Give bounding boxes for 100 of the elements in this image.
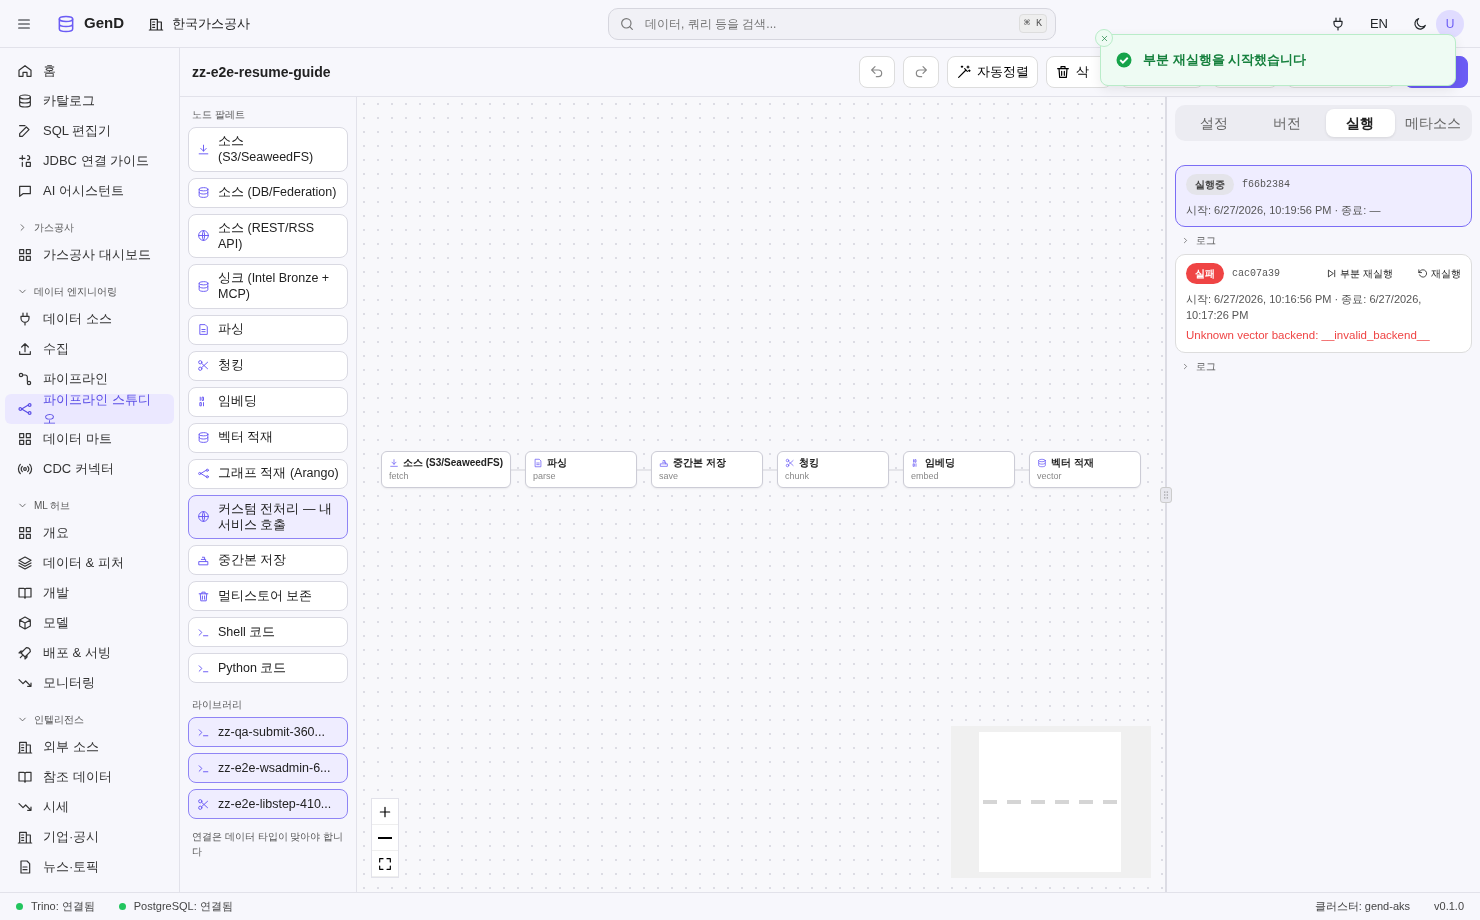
sidebar-item[interactable]: 수집 [5,334,174,364]
book-icon [17,585,33,601]
sidebar-item[interactable]: SQL 편집기 [5,116,174,146]
section-toggle[interactable]: 인텔리전스 [5,706,174,732]
search-field[interactable]: 데이터, 쿼리 등을 검색... [643,13,1011,34]
pencil-icon [17,123,33,139]
globe-icon [197,229,210,243]
palette-item[interactable]: Shell 코드 [188,617,348,647]
section-toggle[interactable]: 데이터 엔지니어링 [5,278,174,304]
pipeline-node[interactable]: 임베딩 embed [903,451,1016,488]
download-icon [389,457,399,468]
close-icon [1099,33,1109,43]
scissors-icon [197,797,210,811]
sidebar-item[interactable]: 뉴스·토픽 [5,852,174,882]
grid-icon [17,247,33,263]
theme-button[interactable] [1412,15,1428,32]
log-toggle[interactable]: 로그 [1175,353,1472,381]
connector-line [511,466,526,473]
run-card[interactable]: 실행중 f66b2384 시작: 6/27/2026, 10:19:56 PM · 종료: — [1175,165,1472,228]
palette-item[interactable]: 임베딩 [188,386,348,417]
redo-icon [913,64,929,80]
palette-item[interactable]: 파싱 [188,314,348,345]
sidebar-item[interactable]: 홈 [5,56,174,86]
library-item[interactable]: zz-e2e-libstep-410... [188,789,348,819]
palette-item[interactable]: 소스 (REST/RSS API) [188,213,348,258]
run-card[interactable]: 실패 cac07a39 부분 재실행 재실행 시작: 6/27/2026, 10:16:56 PM · 종료: 6/27/2026, 10:17:26 PM Unknown vector backend: __invalid_backend__ [1175,254,1472,354]
palette-item[interactable]: 소스 (S3/SeaweedFS) [188,127,348,172]
run-id: cac07a39 [1232,267,1280,282]
sidebar-item[interactable]: 카탈로그 [5,86,174,116]
connection-status: PostgreSQL: 연결됨 [133,899,233,915]
palette-item[interactable]: 중간본 저장 [188,545,348,575]
panel-tab[interactable]: 설정 [1179,109,1249,137]
sidebar-item[interactable]: 기업·공시 [5,822,174,852]
node-type: save [659,470,680,484]
palette-item[interactable]: 커스텀 전처리 — 내 서비스 호출 [188,494,348,539]
palette-item[interactable]: Python 코드 [188,653,348,683]
logo-icon [56,13,76,34]
search-bar[interactable]: 데이터, 쿼리 등을 검색... ⌘ K [608,7,1056,40]
sidebar-item[interactable]: 파이프라인 [5,364,174,394]
sidebar-item[interactable]: 가스공사 대시보드 [5,240,174,270]
sidebar-item[interactable]: 데이터 마트 [5,424,174,454]
pipeline-node[interactable]: 중간본 저장 save [651,451,764,488]
pipeline-node[interactable]: 벡터 적재 vector [1029,451,1142,488]
chevron-right-icon [1181,362,1190,372]
panel-tab[interactable]: 메타소스 [1398,109,1468,137]
node-type: parse [533,470,557,484]
library-item[interactable]: zz-e2e-wsadmin-6... [188,753,348,783]
resize-handle[interactable] [1160,487,1172,503]
palette-item[interactable]: 그래프 적재 (Arango) [188,458,348,489]
connector-line [637,466,652,473]
language-button[interactable]: EN [1369,13,1388,34]
sidebar-item[interactable]: 데이터 소스 [5,304,174,334]
sidebar-item[interactable]: 외부 소스 [5,732,174,762]
check-icon [1115,51,1133,69]
globe-icon [197,510,210,524]
sidebar-item[interactable]: CDC 커넥터 [5,454,174,484]
download-icon [197,142,210,156]
pipeline-node[interactable]: 파싱 parse [525,451,638,488]
run-time: 시작: 6/27/2026, 10:16:56 PM · 종료: 6/27/2026, 10:17:26 PM [1186,292,1423,323]
palette-item[interactable]: 벡터 적재 [188,422,348,453]
partial-rerun-button[interactable]: 부분 재실행 [1326,266,1393,282]
section-toggle[interactable]: 가스공사 [5,214,174,240]
panel-tab[interactable]: 버전 [1252,109,1322,137]
pipeline-node[interactable]: 소스 (S3/SeaweedFS) fetch [381,451,512,488]
undo-button[interactable] [859,56,895,88]
palette-item[interactable]: 소스 (DB/Federation) [188,177,348,208]
sidebar-item[interactable]: 파이프라인 스튜디오 [5,394,174,424]
sidebar-item[interactable]: 개요 [5,518,174,548]
user-avatar[interactable]: U [1436,9,1464,38]
sidebar-item[interactable]: 시세 [5,792,174,822]
panel-tab[interactable]: 실행 [1325,109,1395,137]
palette-item[interactable]: 청킹 [188,350,348,381]
sidebar-item[interactable]: 모니터링 [5,668,174,698]
rerun-button[interactable]: 재실행 [1417,266,1461,282]
redo-button[interactable] [903,56,939,88]
section-toggle[interactable]: ML 허브 [5,492,174,518]
sidebar-item[interactable]: 데이터 & 피처 [5,548,174,578]
status-badge: 실행중 [1186,174,1234,195]
network-icon [17,401,33,417]
connector-line [763,466,778,473]
sidebar-item[interactable]: 개발 [5,578,174,608]
library-item[interactable]: zz-qa-submit-360... [188,717,348,747]
database-icon [197,186,210,199]
pipeline-node[interactable]: 청킹 chunk [777,451,890,488]
sidebar-item[interactable]: 모델 [5,608,174,638]
app-version: v0.1.0 [1434,899,1464,915]
auto-layout-button[interactable]: 자동정렬 [947,56,1038,88]
palette-item[interactable]: 싱크 (Intel Bronze + MCP) [188,264,348,309]
sidebar-item[interactable]: 배포 & 서빙 [5,638,174,668]
trash-icon [1055,64,1071,80]
sidebar-item[interactable]: 참조 데이터 [5,762,174,792]
sidebar-item[interactable]: AI 어시스턴트 [5,176,174,206]
database-icon [197,431,210,444]
book-icon [17,769,33,785]
fullscreen-icon [377,855,393,872]
sidebar-item[interactable]: JDBC 연결 가이드 [5,146,174,176]
pipeline-title: zz-e2e-resume-guide [192,62,331,82]
palette-item[interactable]: 멀티스토어 보존 [188,581,348,611]
log-toggle[interactable]: 로그 [1175,227,1472,255]
close-button[interactable] [1095,29,1113,47]
